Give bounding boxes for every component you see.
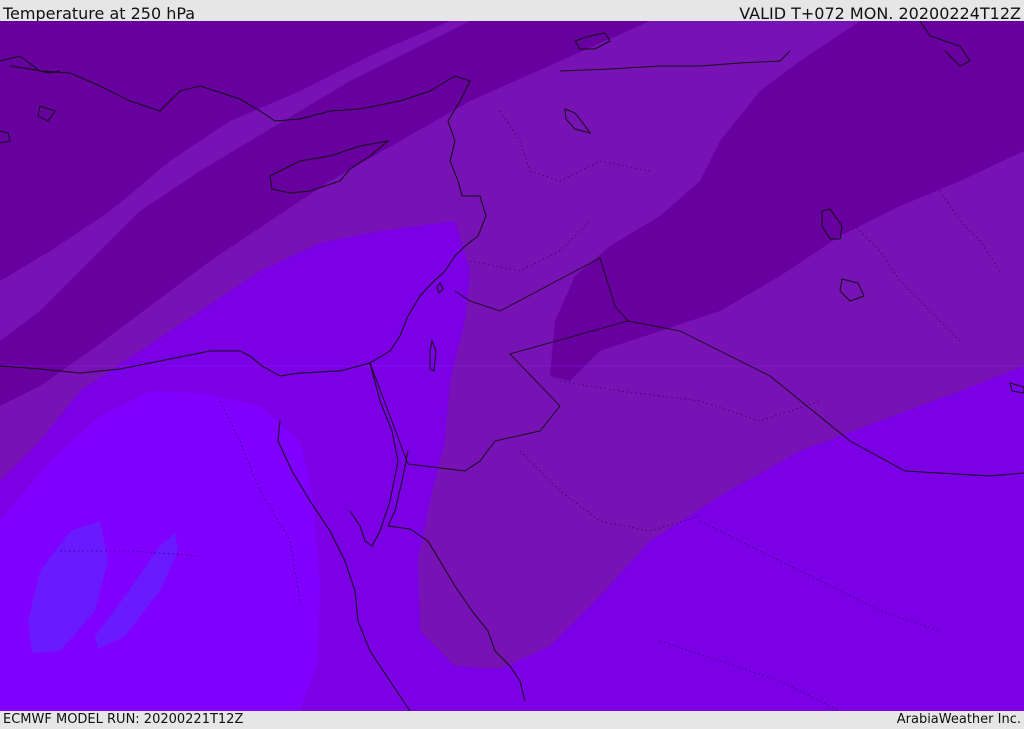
weather-map[interactable] xyxy=(0,21,1024,711)
credit-label: ArabiaWeather Inc. xyxy=(896,712,1021,727)
footer-bar: ECMWF MODEL RUN: 20200221T12Z ArabiaWeat… xyxy=(0,711,1024,729)
header-bar: Temperature at 250 hPa VALID T+072 MON. … xyxy=(0,0,1024,23)
model-run-label: ECMWF MODEL RUN: 20200221T12Z xyxy=(3,712,244,727)
temperature-field-svg xyxy=(0,21,1024,711)
